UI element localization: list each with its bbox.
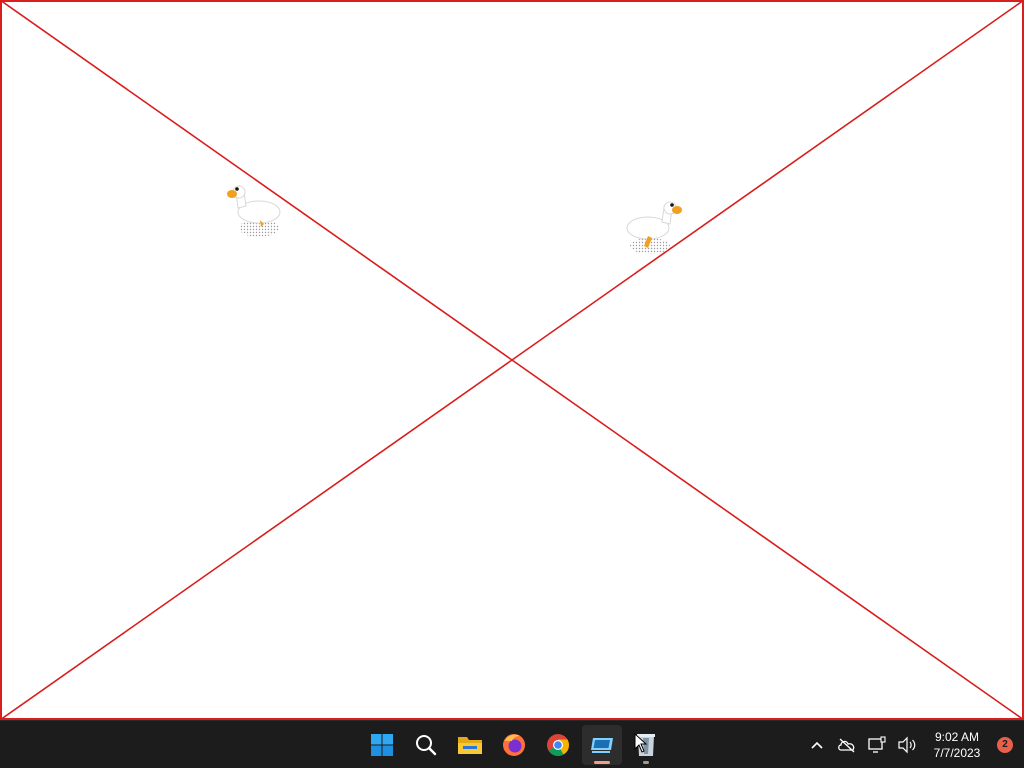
windows-logo-icon — [371, 734, 393, 756]
volume-icon — [898, 736, 916, 754]
network-icon — [868, 736, 886, 753]
mouse-cursor-icon — [634, 733, 648, 753]
goose-right[interactable] — [626, 196, 686, 256]
desktop[interactable] — [0, 0, 1024, 720]
cloud-offline-icon — [838, 738, 855, 753]
active-indicator — [594, 761, 610, 764]
network-button[interactable] — [862, 730, 892, 760]
firefox-icon — [503, 734, 525, 756]
taskbar: 9:02 AM 7/7/2023 2 — [0, 720, 1024, 768]
chevron-up-icon — [811, 741, 823, 749]
start-button[interactable] — [362, 725, 402, 765]
placeholder-x-overlay — [0, 0, 1024, 720]
folder-icon — [458, 737, 482, 754]
search-button[interactable] — [406, 725, 446, 765]
file-explorer-button[interactable] — [450, 725, 490, 765]
clock-date: 7/7/2023 — [933, 746, 981, 760]
open-indicator — [643, 761, 649, 764]
system-tray: 9:02 AM 7/7/2023 2 — [802, 721, 1024, 769]
volume-button[interactable] — [892, 730, 922, 760]
monitor-app-icon — [591, 738, 613, 753]
clock-time: 9:02 AM — [934, 730, 980, 744]
taskbar-apps — [360, 721, 668, 769]
clock[interactable]: 9:02 AM 7/7/2023 — [922, 729, 992, 761]
notification-count-badge: 2 — [997, 737, 1013, 753]
firefox-button[interactable] — [494, 725, 534, 765]
onedrive-button[interactable] — [832, 730, 862, 760]
chrome-icon — [547, 734, 569, 756]
show-hidden-icons-button[interactable] — [802, 730, 832, 760]
search-icon — [416, 735, 437, 756]
notification-center-button[interactable]: 2 — [992, 721, 1018, 769]
goose-left[interactable] — [222, 180, 282, 240]
remote-desktop-button[interactable] — [582, 725, 622, 765]
chrome-button[interactable] — [538, 725, 578, 765]
